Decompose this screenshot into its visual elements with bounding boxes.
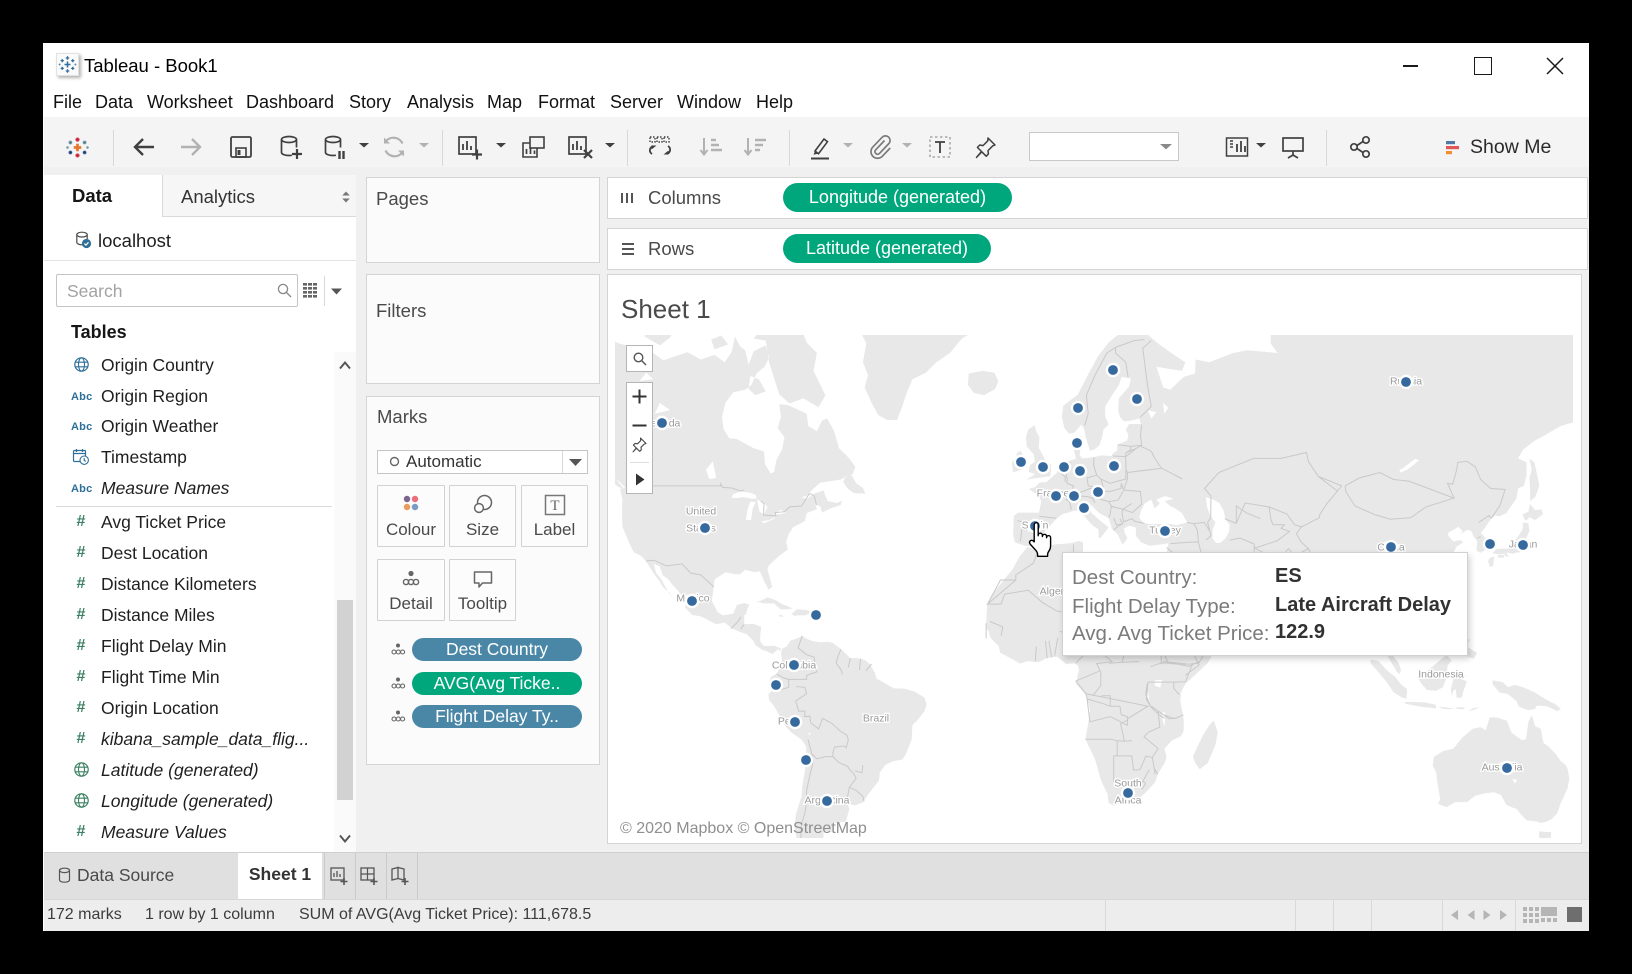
svg-text:United: United <box>686 506 717 518</box>
svg-text:Indonesia: Indonesia <box>1418 669 1464 681</box>
svg-text:Brazil: Brazil <box>863 713 889 725</box>
svg-text:T: T <box>550 498 559 514</box>
